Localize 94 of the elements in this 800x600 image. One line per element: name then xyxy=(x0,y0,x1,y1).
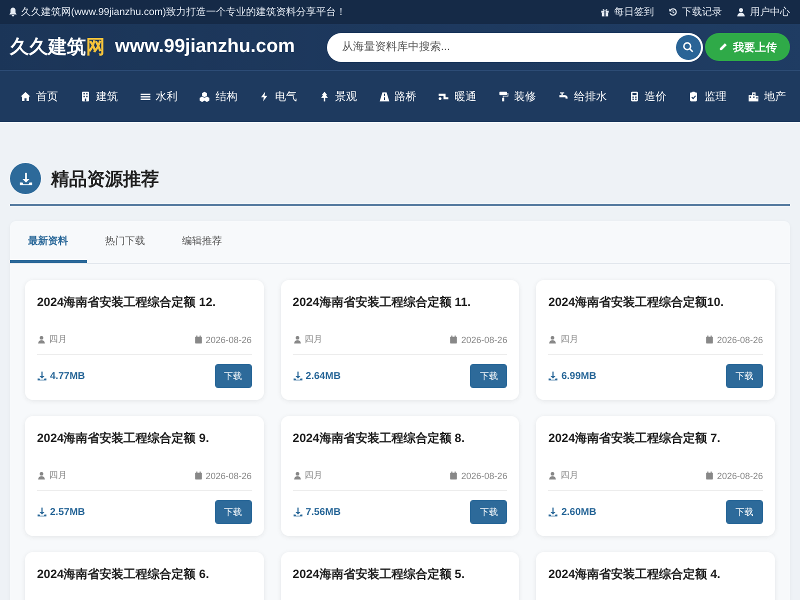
upload-date: 2026-08-26 xyxy=(461,334,508,344)
site-slogan: 久久建筑网(www.99jianzhu.com)致力打造一个专业的建筑资料分享平台！ xyxy=(21,6,346,19)
download-button[interactable]: 下载 xyxy=(470,364,508,388)
nav-link[interactable]: 结构 xyxy=(199,89,238,104)
nav-link[interactable]: 电气 xyxy=(259,89,297,104)
top-link[interactable]: 每日签到 xyxy=(600,5,654,19)
author-name: 四月 xyxy=(560,333,578,346)
site-logo[interactable]: 久久建筑网 xyxy=(10,34,105,60)
buildings-icon xyxy=(748,91,759,102)
calendar-icon xyxy=(704,471,714,480)
resource-title[interactable]: 2024海南省安装工程综合定额 4. xyxy=(548,566,763,583)
file-size: 6.99MB xyxy=(561,370,596,382)
nav-link[interactable]: 水利 xyxy=(140,89,178,104)
pencil-icon xyxy=(718,42,728,52)
download-icon xyxy=(548,507,558,517)
house-icon xyxy=(20,91,31,102)
calendar-icon xyxy=(449,471,458,480)
resource-title[interactable]: 2024海南省安装工程综合定额 9. xyxy=(37,430,252,447)
upload-date: 2026-08-26 xyxy=(206,334,252,344)
download-icon xyxy=(548,371,558,381)
file-size: 2.60MB xyxy=(561,506,596,518)
download-icon xyxy=(37,507,47,517)
road-icon xyxy=(378,91,390,102)
calendar-icon xyxy=(194,335,203,344)
calendar-icon xyxy=(449,335,458,344)
file-size: 7.56MB xyxy=(306,506,341,518)
download-icon xyxy=(18,172,32,186)
download-icon xyxy=(292,507,303,517)
paint-roller-icon xyxy=(498,91,509,102)
user-icon xyxy=(292,335,302,344)
tab[interactable]: 编辑推荐 xyxy=(164,221,241,263)
nav-link[interactable]: 造价 xyxy=(628,89,666,104)
resource-title[interactable]: 2024海南省安装工程综合定额 8. xyxy=(292,430,508,447)
waves-icon xyxy=(140,91,150,102)
file-size: 4.77MB xyxy=(50,370,86,382)
nav-link[interactable]: 暖通 xyxy=(438,89,476,104)
clipboard-check-icon xyxy=(688,91,700,102)
top-link[interactable]: 用户中心 xyxy=(736,5,790,19)
tree-icon xyxy=(318,91,330,102)
resource-title[interactable]: 2024海南省安装工程综合定额 6. xyxy=(37,566,252,583)
download-button[interactable]: 下载 xyxy=(214,364,252,388)
gift-icon xyxy=(600,7,610,17)
nav-link[interactable]: 监理 xyxy=(688,89,726,104)
nav-link[interactable]: 装修 xyxy=(498,89,536,104)
user-icon xyxy=(37,335,46,344)
nav-link[interactable]: 景观 xyxy=(318,89,357,104)
file-size: 2.64MB xyxy=(306,370,341,382)
search-icon xyxy=(682,41,694,53)
search-field[interactable]: 从海量资料库中搜索... xyxy=(326,32,703,62)
resource-title[interactable]: 2024海南省安装工程综合定额10. xyxy=(548,294,763,311)
history-icon xyxy=(668,7,678,17)
upload-date: 2026-08-26 xyxy=(461,470,508,480)
tab[interactable]: 最新资料 xyxy=(10,221,87,263)
user-icon xyxy=(548,471,558,480)
download-button[interactable]: 下载 xyxy=(726,500,763,524)
upload-date: 2026-08-26 xyxy=(716,470,763,480)
nav-link[interactable]: 地产 xyxy=(748,89,786,104)
cubes-icon xyxy=(199,91,210,102)
tab[interactable]: 热门下载 xyxy=(87,221,164,263)
site-domain: www.99jianzhu.com xyxy=(115,36,295,58)
resource-title[interactable]: 2024海南省安装工程综合定额 11. xyxy=(292,294,508,311)
download-button[interactable]: 下载 xyxy=(470,500,508,524)
author-name: 四月 xyxy=(560,469,578,482)
user-icon xyxy=(548,335,558,344)
nav-link[interactable]: 路桥 xyxy=(378,89,416,104)
author-name: 四月 xyxy=(49,469,67,482)
upload-date: 2026-08-26 xyxy=(716,334,763,344)
download-icon xyxy=(37,371,47,381)
resource-title[interactable]: 2024海南省安装工程综合定额 5. xyxy=(292,566,508,583)
download-button[interactable]: 下载 xyxy=(726,364,763,388)
top-link[interactable]: 下载记录 xyxy=(668,5,722,19)
user-icon xyxy=(292,471,302,480)
user-icon xyxy=(37,471,46,480)
nav-link[interactable]: 给排水 xyxy=(558,89,607,104)
bell-icon xyxy=(8,7,18,17)
resource-title[interactable]: 2024海南省安装工程综合定额 7. xyxy=(548,430,763,447)
calendar-icon xyxy=(704,335,714,344)
download-button[interactable]: 下载 xyxy=(214,500,252,524)
resource-title[interactable]: 2024海南省安装工程综合定额 12. xyxy=(37,294,252,311)
author-name: 四月 xyxy=(304,469,323,482)
author-name: 四月 xyxy=(49,333,67,346)
nav-link[interactable]: 建筑 xyxy=(80,89,118,104)
pipe-icon xyxy=(438,91,450,102)
user-icon xyxy=(736,7,746,17)
nav-link[interactable]: 首页 xyxy=(20,89,58,104)
calculator-icon xyxy=(628,91,640,102)
lightning-icon xyxy=(259,91,270,102)
file-size: 2.57MB xyxy=(50,506,86,518)
upload-date: 2026-08-26 xyxy=(206,470,252,480)
calendar-icon xyxy=(194,471,203,480)
building-icon xyxy=(80,91,91,102)
author-name: 四月 xyxy=(304,333,323,346)
section-title: 精品资源推荐 xyxy=(51,168,159,190)
download-icon xyxy=(292,371,303,381)
